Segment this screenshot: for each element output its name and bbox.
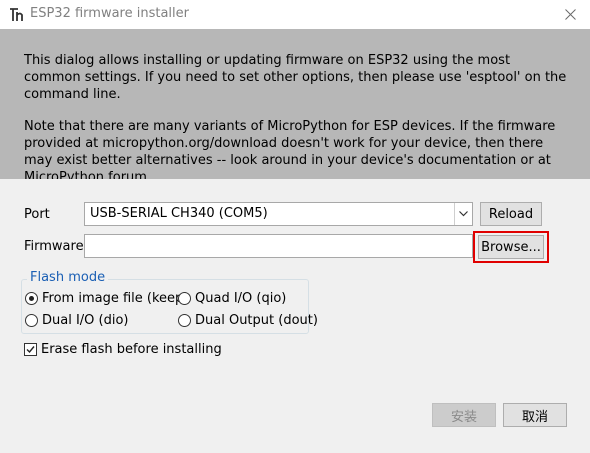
check-icon	[26, 346, 35, 354]
close-button[interactable]	[550, 0, 590, 29]
form-area: Port USB-SERIAL CH340 (COM5) Reload Firm…	[0, 179, 590, 453]
chevron-down-icon	[459, 211, 468, 217]
radio-indicator-checked	[25, 292, 38, 305]
port-combobox[interactable]: USB-SERIAL CH340 (COM5)	[84, 202, 473, 226]
port-dropdown-button[interactable]	[454, 203, 472, 225]
install-button[interactable]: 安装	[432, 403, 496, 427]
radio-from-image-file[interactable]: From image file (keep)	[25, 291, 188, 306]
reload-button[interactable]: Reload	[480, 202, 542, 226]
firmware-label: Firmware	[24, 239, 84, 254]
radio-indicator	[178, 314, 191, 327]
radio-dual-output[interactable]: Dual Output (dout)	[178, 313, 318, 328]
radio-indicator	[178, 292, 191, 305]
radio-indicator	[25, 314, 38, 327]
radio-label: From image file (keep)	[42, 291, 189, 306]
erase-flash-label: Erase flash before installing	[41, 342, 222, 357]
window-title: ESP32 firmware installer	[30, 6, 189, 21]
radio-dual-io[interactable]: Dual I/O (dio)	[25, 313, 129, 328]
browse-highlight-box	[473, 231, 549, 263]
radio-quad-io[interactable]: Quad I/O (qio)	[178, 291, 286, 306]
checkbox-indicator-checked	[24, 343, 37, 356]
radio-label: Dual I/O (dio)	[42, 313, 129, 328]
close-icon	[564, 9, 576, 20]
erase-flash-checkbox[interactable]: Erase flash before installing	[24, 342, 222, 357]
radio-label: Dual Output (dout)	[195, 313, 318, 328]
info-panel: This dialog allows installing or updatin…	[0, 29, 590, 185]
info-paragraph-2: Note that there are many variants of Mic…	[24, 119, 556, 185]
firmware-path-input[interactable]	[84, 234, 473, 258]
thonny-icon	[10, 8, 23, 21]
title-bar: ESP32 firmware installer	[0, 0, 590, 29]
radio-label: Quad I/O (qio)	[195, 291, 287, 306]
flash-mode-legend: Flash mode	[27, 270, 109, 285]
cancel-button[interactable]: 取消	[503, 403, 567, 427]
port-label: Port	[24, 207, 50, 222]
installer-dialog: ESP32 firmware installer This dialog all…	[0, 0, 590, 453]
info-paragraph-1: This dialog allows installing or updatin…	[24, 53, 567, 102]
port-value: USB-SERIAL CH340 (COM5)	[90, 206, 268, 221]
